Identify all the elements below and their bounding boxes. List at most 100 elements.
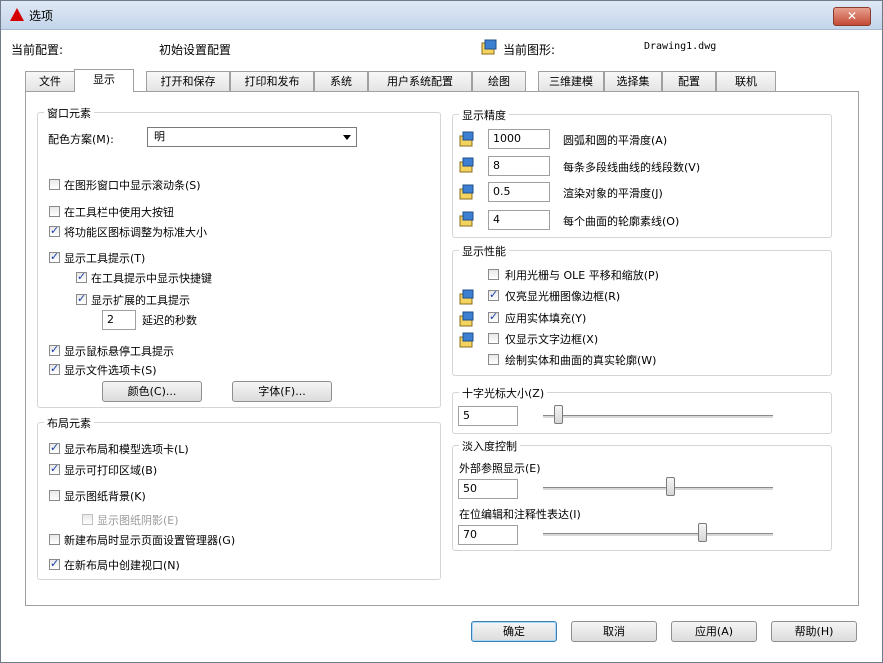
close-button[interactable]: ✕ xyxy=(833,7,871,26)
display-resolution-title: 显示精度 xyxy=(459,107,509,123)
resize-ribbon-icons-checkbox[interactable] xyxy=(49,224,60,237)
printable-area-label: 显示可打印区域(B) xyxy=(64,464,158,477)
tab-files[interactable]: 文件 xyxy=(25,71,75,91)
crosshair-size-slider-thumb[interactable] xyxy=(554,405,564,424)
extended-tooltips-checkbox[interactable] xyxy=(76,292,87,305)
tab-drafting[interactable]: 绘图 xyxy=(472,71,526,91)
file-tabs-checkbox[interactable] xyxy=(49,362,60,375)
contour-lines-label: 每个曲面的轮廓素线(O) xyxy=(563,215,680,228)
color-scheme-label: 配色方案(M): xyxy=(48,133,114,146)
colors-button[interactable]: 颜色(C)... xyxy=(102,381,202,402)
page-setup-manager-checkbox[interactable] xyxy=(49,534,60,545)
profile-info-bar: 当前配置: 初始设置配置 当前图形: Drawing1.dwg xyxy=(1,39,882,59)
page-setup-manager-label: 新建布局时显示页面设置管理器(G) xyxy=(64,534,236,547)
tab-open-save[interactable]: 打开和保存 xyxy=(146,71,230,91)
current-profile-label: 当前配置: xyxy=(11,43,64,57)
apply-button[interactable]: 应用(A) xyxy=(671,621,757,642)
polyline-segments-input[interactable]: 8 xyxy=(488,156,550,176)
display-resolution-group: 显示精度 1000 圆弧和圆的平滑度(A) 8 每条多段线曲线的线段数(V) 0… xyxy=(452,107,832,238)
create-viewport-checkbox[interactable] xyxy=(49,557,60,570)
solid-fill-checkbox[interactable] xyxy=(488,310,499,323)
tab-user-preferences[interactable]: 用户系统配置 xyxy=(368,71,472,91)
layout-elements-title: 布局元素 xyxy=(44,415,94,431)
shortcut-tooltips-checkbox[interactable] xyxy=(76,270,87,283)
window-elements-group: 窗口元素 配色方案(M): 明 在图形窗口中显示滚动条(S) 在工具栏中使用大按… xyxy=(37,105,441,408)
layout-model-tabs-label: 显示布局和模型选项卡(L) xyxy=(64,443,189,456)
file-tabs-label: 显示文件选项卡(S) xyxy=(64,364,157,377)
xref-display-slider-thumb[interactable] xyxy=(665,477,675,496)
raster-frame-label: 仅亮显光栅图像边框(R) xyxy=(505,290,621,303)
layout-model-tabs-checkbox[interactable] xyxy=(49,441,60,454)
drawing-save-icon xyxy=(459,332,474,348)
crosshair-size-input[interactable]: 5 xyxy=(458,406,518,426)
xref-display-input[interactable]: 50 xyxy=(458,479,518,499)
pan-zoom-raster-checkbox[interactable] xyxy=(488,269,499,280)
display-tab-panel: 窗口元素 配色方案(M): 明 在图形窗口中显示滚动条(S) 在工具栏中使用大按… xyxy=(25,91,859,606)
tab-online[interactable]: 联机 xyxy=(716,71,776,91)
display-performance-group: 显示性能 利用光栅与 OLE 平移和缩放(P) 仅亮显光栅图像边框(R) 应用实… xyxy=(452,243,832,376)
text-frame-checkbox[interactable] xyxy=(488,333,499,344)
autocad-logo-icon xyxy=(10,8,24,21)
paper-shadow-checkbox[interactable] xyxy=(82,514,93,525)
cancel-button[interactable]: 取消 xyxy=(571,621,657,642)
arc-smoothness-label: 圆弧和圆的平滑度(A) xyxy=(563,134,668,147)
drawing-save-icon xyxy=(459,157,474,173)
inplace-edit-label: 在位编辑和注释性表达(I) xyxy=(459,508,581,521)
tab-3d-modeling[interactable]: 三维建模 xyxy=(538,71,604,91)
arc-smoothness-input[interactable]: 1000 xyxy=(488,129,550,149)
current-drawing-label: 当前图形: xyxy=(503,43,556,57)
shortcut-tooltips-label: 在工具提示中显示快捷键 xyxy=(91,272,212,285)
help-button[interactable]: 帮助(H) xyxy=(771,621,857,642)
solid-fill-label: 应用实体填充(Y) xyxy=(505,312,587,325)
printable-area-checkbox[interactable] xyxy=(49,462,60,475)
window-elements-title: 窗口元素 xyxy=(44,105,94,121)
drawing-save-icon xyxy=(459,311,474,327)
inplace-edit-slider-thumb[interactable] xyxy=(697,523,707,542)
extended-tooltips-label: 显示扩展的工具提示 xyxy=(91,294,190,307)
tooltip-delay-label: 延迟的秒数 xyxy=(142,314,197,327)
large-buttons-checkbox[interactable] xyxy=(49,206,60,217)
crosshair-size-title: 十字光标大小(Z) xyxy=(459,385,548,401)
rendered-smoothness-input[interactable]: 0.5 xyxy=(488,182,550,202)
drawing-save-icon xyxy=(459,289,474,305)
tab-selection[interactable]: 选择集 xyxy=(604,71,662,91)
tab-profiles[interactable]: 配置 xyxy=(662,71,716,91)
inplace-edit-input[interactable]: 70 xyxy=(458,525,518,545)
scrollbars-checkbox[interactable] xyxy=(49,179,60,190)
show-tooltips-checkbox[interactable] xyxy=(49,250,60,263)
window-title: 选项 xyxy=(29,9,54,23)
tooltip-delay-input[interactable]: 2 xyxy=(102,310,136,330)
current-profile-value: 初始设置配置 xyxy=(159,43,232,57)
fade-control-title: 淡入度控制 xyxy=(459,438,520,454)
tab-system[interactable]: 系统 xyxy=(314,71,368,91)
rendered-smoothness-label: 渲染对象的平滑度(J) xyxy=(563,187,663,200)
contour-lines-input[interactable]: 4 xyxy=(488,210,550,230)
show-tooltips-label: 显示工具提示(T) xyxy=(64,252,146,265)
fonts-button[interactable]: 字体(F)... xyxy=(232,381,332,402)
raster-frame-checkbox[interactable] xyxy=(488,288,499,301)
chevron-down-icon xyxy=(343,135,351,140)
drawing-file-icon xyxy=(481,39,497,55)
layout-elements-group: 布局元素 显示布局和模型选项卡(L) 显示可打印区域(B) 显示图纸背景(K) … xyxy=(37,415,441,580)
polyline-segments-label: 每条多段线曲线的线段数(V) xyxy=(563,161,701,174)
inplace-edit-slider-track[interactable] xyxy=(543,533,773,537)
xref-display-slider-track[interactable] xyxy=(543,487,773,491)
current-drawing-value: Drawing1.dwg xyxy=(644,41,717,52)
crosshair-size-slider-track[interactable] xyxy=(543,415,773,419)
paper-background-label: 显示图纸背景(K) xyxy=(64,490,146,503)
silhouettes-label: 绘制实体和曲面的真实轮廓(W) xyxy=(505,354,657,367)
color-scheme-select[interactable]: 明 xyxy=(147,127,357,147)
rollover-tooltips-checkbox[interactable] xyxy=(49,343,60,356)
paper-background-checkbox[interactable] xyxy=(49,490,60,501)
fade-control-group: 淡入度控制 外部参照显示(E) 50 在位编辑和注释性表达(I) 70 xyxy=(452,438,832,551)
display-performance-title: 显示性能 xyxy=(459,243,509,259)
tab-display[interactable]: 显示 xyxy=(74,69,134,92)
title-bar[interactable]: 选项 ✕ xyxy=(1,1,882,30)
large-buttons-label: 在工具栏中使用大按钮 xyxy=(64,206,174,219)
silhouettes-checkbox[interactable] xyxy=(488,354,499,365)
drawing-save-icon xyxy=(459,211,474,227)
ok-button[interactable]: 确定 xyxy=(471,621,557,642)
tab-plot-publish[interactable]: 打印和发布 xyxy=(230,71,314,91)
paper-shadow-label: 显示图纸阴影(E) xyxy=(97,514,179,527)
drawing-save-icon xyxy=(459,131,474,147)
